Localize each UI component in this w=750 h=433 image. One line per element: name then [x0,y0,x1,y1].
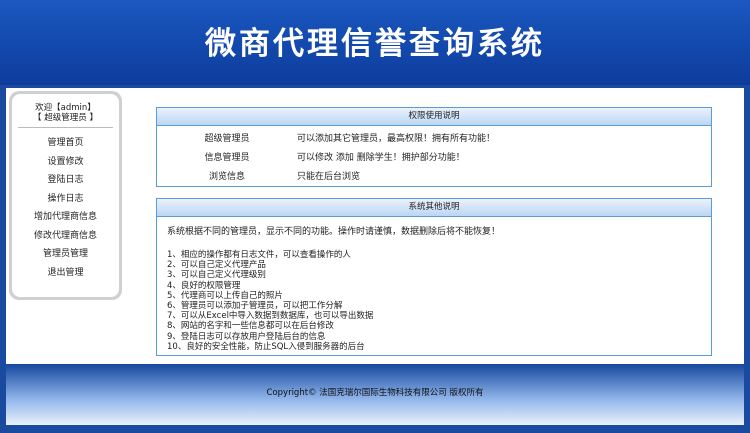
welcome-role: 【 超级管理员 】 [33,113,98,123]
notes-intro: 系统根据不同的管理员，显示不同的功能。操作时请谨慎，数据删除后将不能恢复！ [167,227,501,237]
footer: Copyright© 法国克瑞尔国际生物科技有限公司 版权所有 [6,365,744,425]
permission-role: 信息管理员 [204,153,250,163]
permissions-header: 权限使用说明 [157,108,711,126]
list-item: 2、可以自己定义代理产品 [167,260,266,271]
permission-desc: 可以添加其它管理员，最高权限！拥有所有功能！ [297,134,496,144]
permission-role: 浏览信息 [208,172,245,182]
welcome-box: 欢迎【admin】 【 超级管理员 】 [12,94,119,128]
notes-list: 1、相应的操作都有日志文件，可以查看操作的人 2、可以自己定义代理产品 3、可以… [167,250,711,352]
sidebar-item-logout[interactable]: 退出管理 [12,264,119,283]
welcome-user: 欢迎【admin】 [35,103,96,113]
sidebar-item-edit-agent[interactable]: 修改代理商信息 [12,227,119,246]
sidebar-item-add-agent[interactable]: 增加代理商信息 [12,208,119,227]
sidebar: 欢迎【admin】 【 超级管理员 】 管理首页 设置修改 登陆日志 操作日志 … [9,91,122,300]
notes-header: 系统其他说明 [157,199,711,217]
sidebar-item-admin-manage[interactable]: 管理员管理 [12,245,119,264]
permission-role: 超级管理员 [204,134,250,144]
sidebar-menu: 管理首页 设置修改 登陆日志 操作日志 增加代理商信息 修改代理商信息 管理员管… [12,134,119,282]
permission-row: 信息管理员 可以修改 添加 删除学生！拥护部分功能！ [157,149,711,168]
notes-panel: 系统其他说明 系统根据不同的管理员，显示不同的功能。操作时请谨慎，数据删除后将不… [156,198,712,356]
permission-row: 浏览信息 只能在后台浏览 [157,168,711,187]
permission-row: 超级管理员 可以添加其它管理员，最高权限！拥有所有功能！ [157,130,711,149]
header-banner: 微商代理信誉查询系统 [0,0,750,85]
list-item: 8、网站的名字和一些信息都可以在后台修改 [167,321,334,332]
list-item: 5、代理商可以上传自己的照片 [167,290,283,301]
permission-desc: 可以修改 添加 删除学生！拥护部分功能！ [297,153,465,163]
sidebar-item-settings[interactable]: 设置修改 [12,153,119,172]
permission-desc: 只能在后台浏览 [297,172,361,182]
list-item: 7、可以从Excel中导入数据到数据库，也可以导出数据 [167,311,374,322]
list-item: 4、良好的权限管理 [167,280,241,291]
list-item: 10、良好的安全性能，防止SQL入侵到服务器的后台 [167,341,365,352]
sidebar-item-operation-log[interactable]: 操作日志 [12,190,119,209]
list-item: 9、登陆日志可以存放用户登陆后台的信息 [167,331,326,342]
sidebar-item-login-log[interactable]: 登陆日志 [12,171,119,190]
list-item: 6、管理员可以添加子管理员，可以把工作分解 [167,300,343,311]
copyright-text: Copyright© 法国克瑞尔国际生物科技有限公司 版权所有 [266,388,484,398]
list-item: 1、相应的操作都有日志文件，可以查看操作的人 [167,250,351,260]
sidebar-inner: 欢迎【admin】 【 超级管理员 】 管理首页 设置修改 登陆日志 操作日志 … [12,94,119,297]
main-frame: 欢迎【admin】 【 超级管理员 】 管理首页 设置修改 登陆日志 操作日志 … [6,88,744,364]
permissions-panel: 权限使用说明 超级管理员 可以添加其它管理员，最高权限！拥有所有功能！ 信息管理… [156,107,712,187]
sidebar-item-home[interactable]: 管理首页 [12,134,119,153]
app-title: 微商代理信誉查询系统 [205,26,545,62]
welcome-divider [18,127,113,128]
list-item: 3、可以自己定义代理级别 [167,270,266,281]
